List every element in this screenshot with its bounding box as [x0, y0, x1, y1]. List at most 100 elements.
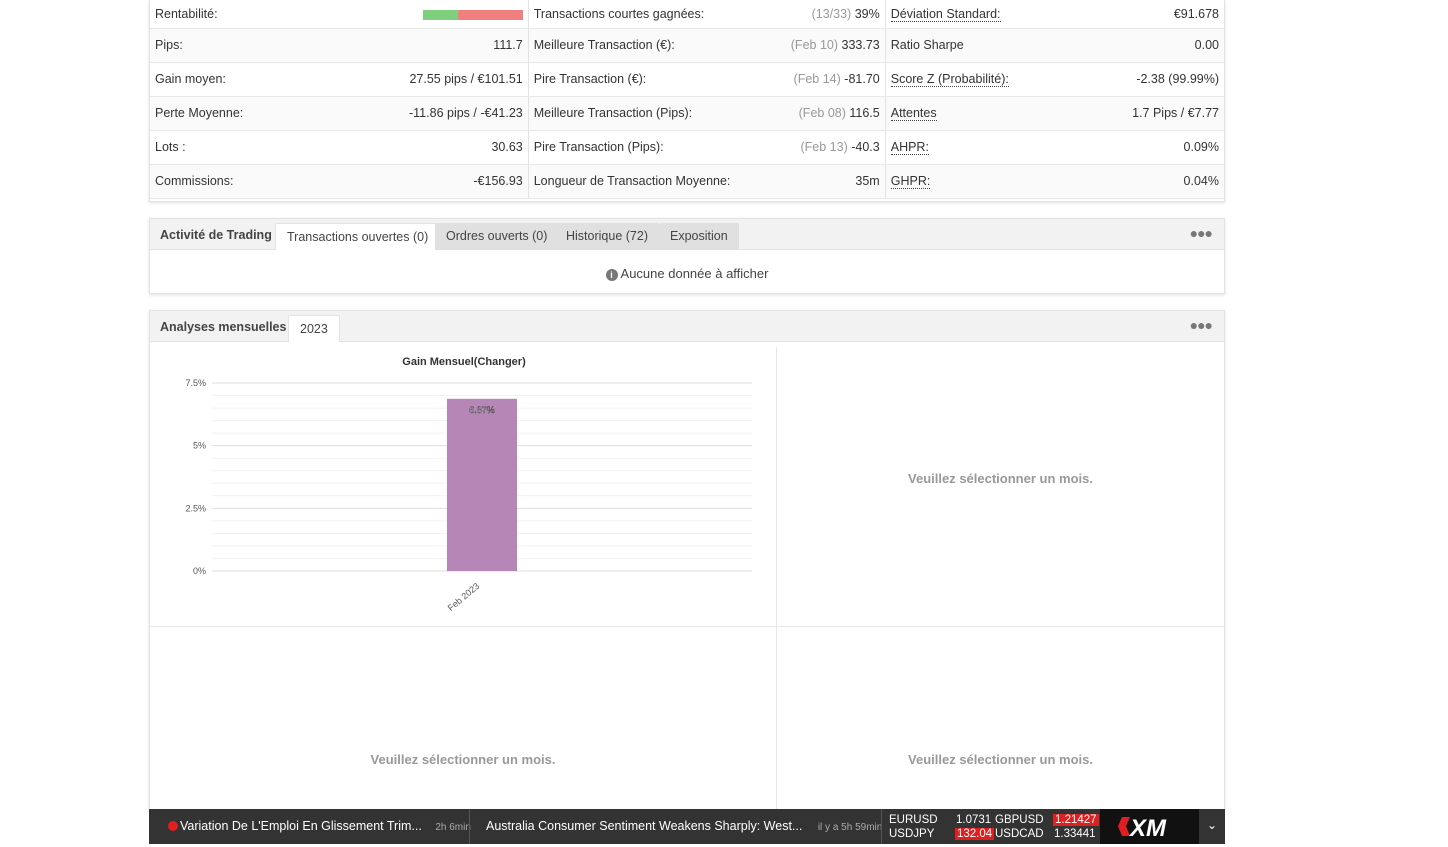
news-item-2[interactable]: Australia Consumer Sentiment Weakens Sha…	[486, 819, 882, 833]
stat-label[interactable]: AHPR:	[890, 140, 929, 155]
stat-date: (Feb 08)	[798, 106, 846, 120]
stat-value: 333.73	[841, 38, 880, 52]
stat-label: Meilleure Transaction (€):	[528, 28, 759, 63]
news-headline: Variation De L'Emploi En Glissement Trim…	[180, 819, 422, 833]
stat-value: 39%	[854, 6, 880, 21]
stat-label: Gain moyen:	[150, 62, 404, 97]
fx-value-eurusd: 1.0731	[956, 814, 992, 826]
stat-value: 116.5	[849, 106, 880, 120]
y-tick-label: 5%	[193, 441, 206, 451]
stat-label-cell[interactable]: Score Z (Probabilité):	[885, 62, 1086, 97]
stat-label[interactable]: Déviation Standard:	[890, 6, 1001, 22]
month-detail-cell-1: Veuillez sélectionner un mois.	[777, 347, 1224, 627]
monthly-gain-chart-cell: Gain Mensuel(Changer) 0% 2.5% 5% 7.5% 6.87% Fe…	[150, 347, 777, 627]
monthly-gain-chart: Gain Mensuel(Changer) 0% 2.5% 5% 7.5% 6.87% Fe…	[185, 356, 752, 613]
fx-label-gbpusd: GBPUSD	[995, 814, 1044, 826]
stat-label: Pire Transaction (€):	[528, 62, 759, 97]
stat-value: 0.09%	[1085, 130, 1224, 165]
stat-value-cell: (Feb 08) 116.5	[758, 96, 886, 131]
monthly-tabbar: Analyses mensuelles 2023 ●●●	[150, 311, 1224, 342]
stat-label: Pire Transaction (Pips):	[528, 130, 759, 165]
stat-value: -11.86 pips / -€41.23	[409, 106, 523, 120]
stat-date: (Feb 13)	[800, 140, 848, 154]
data-label: 6.87%	[469, 405, 495, 415]
x-tick-label: Feb 2023	[446, 581, 482, 613]
tab-open-trades[interactable]: Transactions ouvertes (0)	[275, 223, 441, 250]
profitability-loss-fill	[457, 10, 523, 21]
stat-label: Pips:	[150, 28, 404, 63]
stat-date: (13/33)	[811, 6, 852, 21]
stat-label-cell[interactable]: AHPR:	[885, 130, 1086, 165]
stat-label: Lots :	[150, 130, 404, 165]
stat-value-cell: (13/33) 39%	[758, 0, 886, 29]
stat-value-cell: (Feb 14) -81.70	[758, 62, 886, 97]
select-month-message: Veuillez sélectionner un mois.	[908, 471, 1093, 486]
stat-label: Transactions courtes gagnées:	[528, 0, 759, 29]
fx-label-usdjpy: USDJPY	[889, 828, 935, 840]
news-item-1[interactable]: Variation De L'Emploi En Glissement Trim…	[168, 819, 471, 833]
stat-label[interactable]: Score Z (Probabilité):	[890, 72, 1009, 87]
fx-price-down: 132.04	[955, 828, 995, 840]
stats-row: Perte Moyenne: -11.86 pips / -€41.23 Meill…	[150, 96, 1224, 131]
stat-label: Commissions:	[150, 164, 404, 199]
profitability-win-fill	[422, 10, 458, 21]
stat-label: Perte Moyenne:	[150, 96, 404, 131]
xm-logo-icon: XM	[1118, 815, 1167, 842]
divider	[881, 809, 882, 844]
tab-open-orders[interactable]: Ordres ouverts (0)	[435, 223, 559, 250]
stat-value-cell: (Feb 13) -40.3	[758, 130, 886, 165]
more-options-icon[interactable]: ●●●	[1190, 225, 1213, 241]
news-time: 2h 6min	[435, 822, 471, 833]
tab-history[interactable]: Historique (72)	[555, 223, 659, 250]
news-headline: Australia Consumer Sentiment Weakens Sha…	[486, 819, 803, 833]
stat-value: 111.7	[493, 38, 523, 52]
stat-value-cell: -€156.93	[404, 164, 529, 199]
fx-price-down: 1.21427	[1053, 814, 1099, 826]
fx-value-gbpusd: 1.21427	[1053, 813, 1099, 827]
stats-row: Commissions: -€156.93 Longueur de Transact…	[150, 164, 1224, 199]
stat-value: 30.63	[491, 140, 523, 154]
monthly-analysis-panel: Analyses mensuelles 2023 ●●● Gain Mensue…	[149, 310, 1225, 811]
news-time: il y a 5h 59min	[817, 822, 883, 833]
trading-activity-title: Activité de Trading	[160, 228, 272, 242]
stat-label[interactable]: Ratio Sharpe	[891, 38, 964, 52]
stat-value-cell: (Feb 10) 333.73	[758, 28, 886, 63]
stat-date: (Feb 10)	[790, 38, 839, 52]
stat-value: 0.04%	[1085, 164, 1224, 199]
stat-value-cell: 111.7	[404, 28, 529, 63]
fx-label-eurusd: EURUSD	[889, 814, 938, 826]
tab-exposure[interactable]: Exposition	[659, 223, 739, 250]
month-detail-cell-2: Veuillez sélectionner un mois.	[150, 627, 777, 811]
month-detail-cell-3: Veuillez sélectionner un mois.	[777, 627, 1224, 811]
fx-label-usdcad: USDCAD	[995, 828, 1044, 840]
more-options-icon[interactable]: ●●●	[1190, 317, 1213, 333]
stat-value: 1.7 Pips / €7.77	[1085, 96, 1224, 131]
stat-label: Rentabilité:	[150, 0, 404, 29]
bar-feb-2023	[447, 398, 517, 571]
select-month-message: Veuillez sélectionner un mois.	[908, 752, 1093, 767]
stat-label[interactable]: GHPR:	[890, 174, 931, 189]
stat-label-cell[interactable]: Ratio Sharpe	[885, 28, 1086, 63]
xm-logo[interactable]: XM	[1100, 809, 1199, 844]
stat-label-cell[interactable]: Déviation Standard:	[885, 0, 1086, 29]
stat-value: 27.55 pips / €101.51	[409, 72, 523, 86]
stat-value: 0.00	[1085, 28, 1224, 63]
live-dot-icon	[168, 821, 178, 831]
y-tick-label: 7.5%	[185, 378, 206, 388]
chart-title: Gain Mensuel(Changer)	[402, 356, 526, 368]
chevron-down-icon[interactable]: ⌄	[1207, 818, 1217, 832]
trading-activity-panel: Activité de Trading Transactions ouverte…	[149, 218, 1225, 294]
trading-tabbar: Activité de Trading Transactions ouverte…	[150, 219, 1224, 250]
statistics-table: Rentabilité: Transactions courtes gagnées…	[150, 0, 1224, 199]
stats-row: Gain moyen: 27.55 pips / €101.51 Pire Tran…	[150, 62, 1224, 97]
statistics-panel: Rentabilité: Transactions courtes gagnées…	[149, 0, 1225, 202]
stat-label[interactable]: Attentes	[890, 106, 937, 121]
stat-label-cell[interactable]: Attentes	[885, 96, 1086, 131]
stat-date: (Feb 14)	[793, 72, 841, 86]
stat-label: Meilleure Transaction (Pips):	[528, 96, 759, 131]
y-tick-label: 2.5%	[185, 503, 206, 513]
fx-value-usdcad: 1.33441	[1054, 828, 1096, 840]
tab-year-2023[interactable]: 2023	[288, 315, 340, 342]
stat-label-cell[interactable]: GHPR:	[885, 164, 1086, 199]
stat-value: -81.70	[844, 72, 880, 86]
